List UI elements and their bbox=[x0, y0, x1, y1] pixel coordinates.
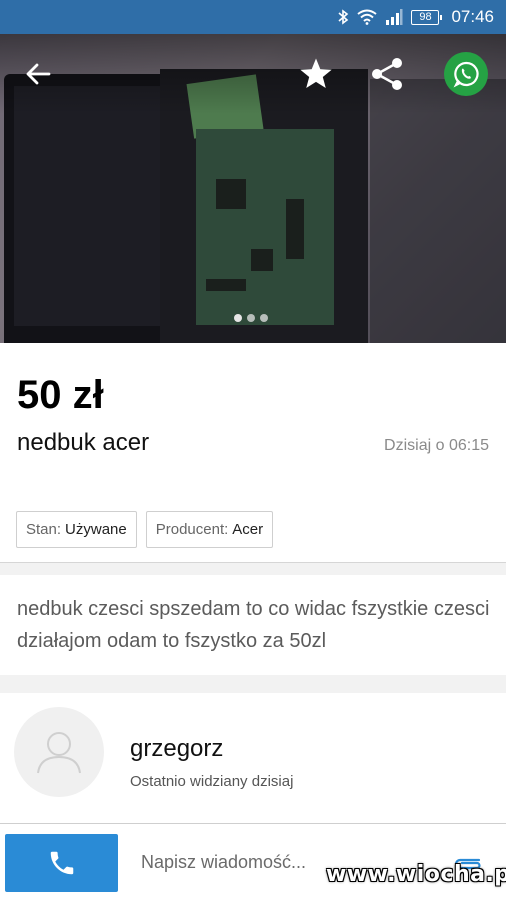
price: 50 zł bbox=[17, 373, 104, 417]
seller-card[interactable]: grzegorz Ostatnio widziany dzisiaj bbox=[0, 693, 506, 823]
whatsapp-button[interactable] bbox=[444, 52, 488, 96]
star-icon bbox=[300, 58, 332, 89]
param-condition: Stan: Używane bbox=[16, 511, 137, 548]
wifi-icon bbox=[357, 9, 378, 25]
bluetooth-icon bbox=[338, 9, 349, 25]
description-section: nedbuk czesci spszedam to co widac fszys… bbox=[0, 575, 506, 675]
signal-icon bbox=[386, 9, 403, 25]
description-text: nedbuk czesci spszedam to co widac fszys… bbox=[17, 598, 490, 652]
clock: 07:46 bbox=[451, 7, 494, 26]
divider bbox=[0, 563, 506, 575]
phone-icon bbox=[50, 851, 73, 875]
call-button[interactable] bbox=[5, 834, 118, 892]
battery-indicator: 98 bbox=[411, 9, 443, 25]
watermark: www.wiocha.pl bbox=[326, 862, 506, 887]
photo-gallery[interactable] bbox=[0, 34, 506, 343]
photo-indicator-dot[interactable] bbox=[247, 314, 255, 322]
share-button[interactable] bbox=[364, 52, 410, 96]
message-input[interactable]: Napisz wiadomość... bbox=[141, 852, 306, 873]
param-manufacturer: Producent: Acer bbox=[145, 511, 274, 548]
status-bar: 98 07:46 bbox=[0, 0, 506, 34]
listing-summary: 50 zł nedbuk acer Dzisiaj o 06:15 Stan: … bbox=[0, 343, 506, 563]
seller-name: grzegorz bbox=[130, 735, 224, 762]
photo-motherboard bbox=[196, 129, 334, 325]
param-key: Stan: bbox=[26, 521, 62, 538]
share-icon bbox=[372, 58, 402, 90]
whatsapp-icon bbox=[453, 61, 479, 88]
param-key: Producent: bbox=[155, 521, 229, 538]
user-placeholder-icon bbox=[37, 732, 81, 774]
listing-date: Dzisiaj o 06:15 bbox=[384, 437, 489, 454]
divider bbox=[0, 675, 506, 693]
photo-indicator-dot[interactable] bbox=[260, 314, 268, 322]
listing-title: nedbuk acer bbox=[17, 429, 150, 456]
photo-indicator-dot[interactable] bbox=[234, 314, 242, 322]
arrow-left-icon bbox=[26, 63, 51, 85]
seller-last-seen: Ostatnio widziany dzisiaj bbox=[130, 773, 294, 790]
listing-params: Stan: Używane Producent: Acer bbox=[16, 511, 274, 548]
param-value: Acer bbox=[232, 521, 264, 538]
photo-indicator bbox=[234, 314, 268, 322]
param-value: Używane bbox=[65, 521, 127, 538]
back-button[interactable] bbox=[20, 56, 56, 92]
avatar bbox=[14, 707, 104, 797]
favorite-button[interactable] bbox=[294, 52, 338, 96]
